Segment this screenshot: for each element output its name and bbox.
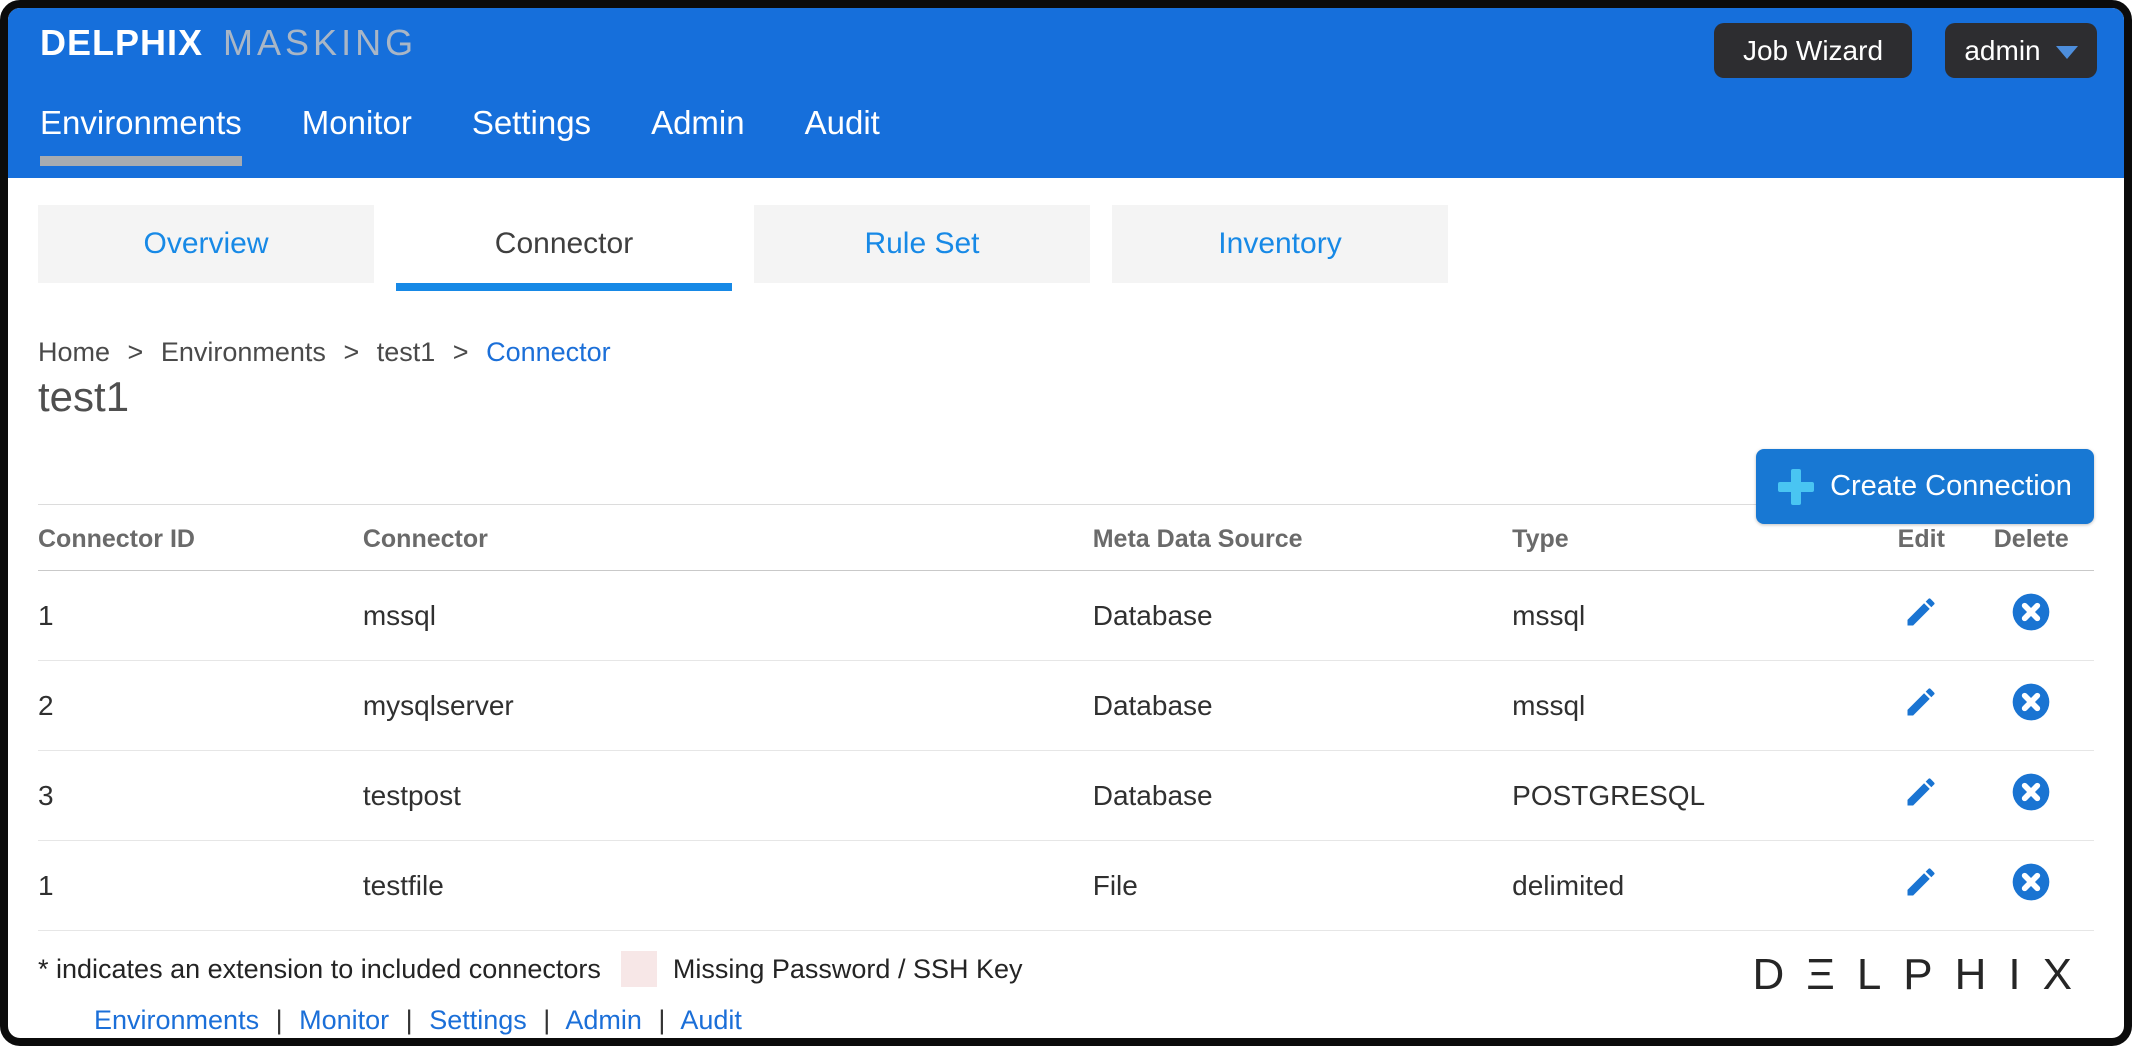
cell-meta-data-source: Database <box>1093 661 1512 751</box>
breadcrumb-environments[interactable]: Environments <box>161 337 326 367</box>
brand-secondary: MASKING <box>223 22 417 63</box>
cell-meta-data-source: Database <box>1093 571 1512 661</box>
circle-x-icon <box>2011 682 2051 722</box>
main-content: Home > Environments > test1 > Connector … <box>8 337 2124 1036</box>
footer-link-admin[interactable]: Admin <box>565 1005 642 1035</box>
pencil-icon <box>1903 774 1939 810</box>
footer-link-environments[interactable]: Environments <box>94 1005 259 1035</box>
header-actions: Job Wizard admin <box>1714 23 2097 78</box>
user-menu-label: admin <box>1964 35 2040 67</box>
tab-overview[interactable]: Overview <box>38 205 374 283</box>
delete-button[interactable] <box>2011 592 2051 632</box>
footer-separator: | <box>406 1005 413 1035</box>
brand-primary: DELPHIX <box>40 22 203 63</box>
cell-connector: mysqlserver <box>363 661 1093 751</box>
nav-item-monitor[interactable]: Monitor <box>302 104 412 166</box>
nav-item-settings[interactable]: Settings <box>472 104 591 166</box>
pencil-icon <box>1903 864 1939 900</box>
footer-separator: | <box>276 1005 283 1035</box>
app-window: DELPHIX MASKING Environments Monitor Set… <box>0 0 2132 1046</box>
table-row: 3 testpost Database POSTGRESQL <box>38 751 2094 841</box>
connector-table: Connector ID Connector Meta Data Source … <box>38 504 2094 931</box>
breadcrumb-separator: > <box>453 337 469 367</box>
column-header-connector: Connector <box>363 505 1093 571</box>
cell-connector: mssql <box>363 571 1093 661</box>
cell-meta-data-source: File <box>1093 841 1512 931</box>
footer-link-audit[interactable]: Audit <box>680 1005 742 1035</box>
footer-link-settings[interactable]: Settings <box>429 1005 527 1035</box>
cell-meta-data-source: Database <box>1093 751 1512 841</box>
delete-button[interactable] <box>2011 772 2051 812</box>
delete-button[interactable] <box>2011 862 2051 902</box>
pencil-icon <box>1903 684 1939 720</box>
brand-logo: DELPHIX MASKING <box>40 22 417 64</box>
table-row: 2 mysqlserver Database mssql <box>38 661 2094 751</box>
breadcrumb-current-connector[interactable]: Connector <box>486 337 611 367</box>
nav-item-admin[interactable]: Admin <box>651 104 745 166</box>
cell-connector-id: 2 <box>38 661 363 751</box>
cell-type: mssql <box>1512 571 1874 661</box>
edit-button[interactable] <box>1903 864 1939 900</box>
edit-button[interactable] <box>1903 684 1939 720</box>
table-row: 1 testfile File delimited <box>38 841 2094 931</box>
cell-connector-id: 1 <box>38 841 363 931</box>
cell-type: delimited <box>1512 841 1874 931</box>
caret-down-icon <box>2056 46 2078 59</box>
footer-link-monitor[interactable]: Monitor <box>299 1005 389 1035</box>
user-menu-button[interactable]: admin <box>1945 23 2097 78</box>
breadcrumb-test1[interactable]: test1 <box>377 337 436 367</box>
missing-password-label: Missing Password / SSH Key <box>673 954 1023 985</box>
footer-separator: | <box>543 1005 550 1035</box>
edit-button[interactable] <box>1903 774 1939 810</box>
section-tabs: Overview Connector Rule Set Inventory <box>38 205 2124 283</box>
job-wizard-button[interactable]: Job Wizard <box>1714 23 1912 78</box>
cell-connector-id: 1 <box>38 571 363 661</box>
cell-type: POSTGRESQL <box>1512 751 1874 841</box>
circle-x-icon <box>2011 862 2051 902</box>
tab-rule-set[interactable]: Rule Set <box>754 205 1090 283</box>
extension-note: * indicates an extension to included con… <box>38 954 601 985</box>
circle-x-icon <box>2011 772 2051 812</box>
nav-item-environments[interactable]: Environments <box>40 104 242 166</box>
page-title: test1 <box>38 374 2094 420</box>
table-row: 1 mssql Database mssql <box>38 571 2094 661</box>
primary-nav: Environments Monitor Settings Admin Audi… <box>40 104 880 166</box>
cell-connector: testfile <box>363 841 1093 931</box>
delete-button[interactable] <box>2011 682 2051 722</box>
create-connection-label: Create Connection <box>1830 470 2072 503</box>
tab-inventory[interactable]: Inventory <box>1112 205 1448 283</box>
column-header-connector-id: Connector ID <box>38 505 363 571</box>
delphix-footer-logo: DΞLPHIX <box>1752 950 2094 1000</box>
create-connection-button[interactable]: Create Connection <box>1756 449 2094 524</box>
circle-x-icon <box>2011 592 2051 632</box>
breadcrumb-separator: > <box>128 337 144 367</box>
breadcrumb-separator: > <box>343 337 359 367</box>
pencil-icon <box>1903 594 1939 630</box>
footer-separator: | <box>658 1005 665 1035</box>
top-header: DELPHIX MASKING Environments Monitor Set… <box>8 8 2124 178</box>
cell-connector: testpost <box>363 751 1093 841</box>
footer-nav: Environments | Monitor | Settings | Admi… <box>94 1005 2094 1036</box>
edit-button[interactable] <box>1903 594 1939 630</box>
tab-connector[interactable]: Connector <box>396 205 732 283</box>
column-header-meta-data-source: Meta Data Source <box>1093 505 1512 571</box>
breadcrumb-home[interactable]: Home <box>38 337 110 367</box>
plus-icon <box>1778 469 1814 505</box>
connector-table-wrap: Connector ID Connector Meta Data Source … <box>38 504 2094 931</box>
cell-type: mssql <box>1512 661 1874 751</box>
cell-connector-id: 3 <box>38 751 363 841</box>
breadcrumb: Home > Environments > test1 > Connector <box>38 337 2094 368</box>
missing-password-swatch <box>621 951 657 987</box>
nav-item-audit[interactable]: Audit <box>805 104 880 166</box>
